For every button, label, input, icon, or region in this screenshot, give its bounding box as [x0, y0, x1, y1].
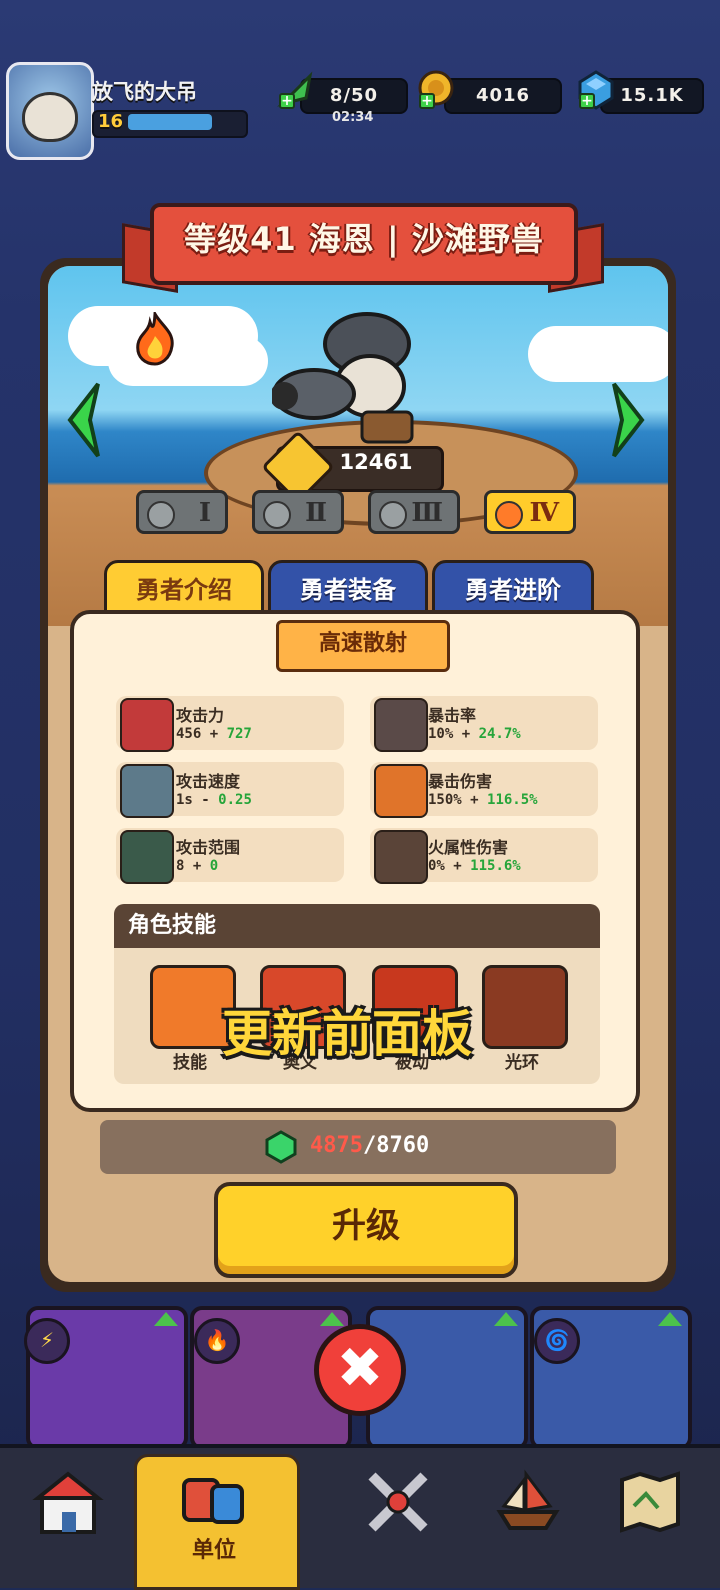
- bottom-nav: [0, 1444, 720, 1588]
- skill-label: 光环: [505, 1053, 539, 1073]
- avatar-cat-face: [22, 92, 78, 142]
- stamina-timer: 02:34: [332, 110, 374, 125]
- stat-value: 456 + 727: [176, 726, 252, 742]
- next-hero-arrow-icon[interactable]: [608, 380, 648, 460]
- stat-value: 0% + 115.6%: [428, 858, 521, 874]
- stat-name: 火属性伤害: [428, 838, 509, 857]
- skill-label: 技能: [173, 1053, 207, 1073]
- clover-icon: [379, 501, 407, 529]
- clover-icon: [495, 501, 523, 529]
- tab-hero-intro[interactable]: 勇者介绍: [104, 560, 264, 616]
- player-level: 16: [98, 111, 124, 132]
- units-cats-icon[interactable]: [178, 1466, 250, 1538]
- rank-tier-1[interactable]: Ⅰ: [136, 490, 228, 534]
- gem-value: 15.1K: [620, 85, 684, 106]
- rank-label: Ⅰ: [198, 498, 211, 528]
- stat-value: 10% + 24.7%: [428, 726, 521, 742]
- map-scroll-icon[interactable]: [614, 1466, 686, 1538]
- aura-lock-icon[interactable]: [482, 965, 568, 1049]
- upgrade-available-arrow-icon: [658, 1312, 682, 1326]
- prev-hero-arrow-icon[interactable]: [64, 380, 104, 460]
- lightning-element-icon: ⚡: [24, 1318, 70, 1364]
- sword-icon: [120, 764, 174, 818]
- stamina-value: 8/50: [329, 85, 379, 106]
- stat-name: 暴击伤害: [428, 772, 493, 791]
- tab-hero-advance[interactable]: 勇者进阶: [432, 560, 594, 616]
- rank-tier-4[interactable]: Ⅳ: [484, 490, 576, 534]
- overlay-caption: 更新前面板: [222, 1005, 472, 1063]
- stat-name: 攻击范围: [176, 838, 241, 857]
- stat-name: 暴击率: [428, 706, 477, 725]
- close-button[interactable]: ✖: [314, 1324, 406, 1416]
- hero-power: 12461: [339, 450, 413, 474]
- gold-coin-icon: +: [418, 70, 454, 109]
- svg-text:+: +: [581, 93, 593, 109]
- cloud: [528, 326, 668, 382]
- wind-element-icon: 🌀: [534, 1318, 580, 1364]
- stat-value: 1s - 0.25: [176, 792, 252, 808]
- upgrade-available-arrow-icon: [320, 1312, 344, 1326]
- fire-element-icon: [136, 312, 174, 366]
- clover-icon: [263, 501, 291, 529]
- skills-heading: 角色技能: [114, 904, 600, 948]
- upgrade-button[interactable]: 升级: [214, 1182, 518, 1278]
- nav-units-label: 单位: [191, 1538, 236, 1563]
- explosion-icon: [374, 764, 428, 818]
- svg-text:+: +: [281, 93, 293, 109]
- player-level-fill: [128, 114, 212, 130]
- upgrade-available-arrow-icon: [154, 1312, 178, 1326]
- crosshair-icon: [374, 698, 428, 752]
- shop-house-icon[interactable]: [32, 1466, 104, 1538]
- stat-name: 攻击速度: [176, 772, 241, 791]
- blue-gem-icon: +: [578, 70, 614, 110]
- flame-icon: [374, 830, 428, 884]
- rank-tier-2[interactable]: Ⅱ: [252, 490, 344, 534]
- upgrade-available-arrow-icon: [494, 1312, 518, 1326]
- stamina-counter[interactable]: 8/50: [300, 78, 408, 114]
- gold-value: 4016: [475, 85, 531, 106]
- stat-name: 攻击力: [176, 706, 225, 725]
- rank-label: Ⅳ: [529, 498, 559, 528]
- tab-hero-equipment[interactable]: 勇者装备: [268, 560, 428, 616]
- stat-value: 8 + 0: [176, 858, 219, 874]
- stamina-leaf-icon: +: [277, 71, 313, 109]
- svg-text:+: +: [421, 93, 433, 109]
- rank-tier-3[interactable]: Ⅲ: [368, 490, 460, 534]
- battle-swords-icon[interactable]: [362, 1466, 434, 1538]
- rank-label: Ⅱ: [305, 498, 327, 528]
- weapon-name-ribbon: 高速散射: [276, 620, 450, 672]
- player-name: 放飞的大吊: [92, 80, 197, 104]
- green-gem-icon: [265, 1130, 297, 1164]
- upgrade-cost: 4875/8760: [310, 1133, 430, 1158]
- ship-icon[interactable]: [492, 1466, 564, 1538]
- spear-icon: [120, 830, 174, 884]
- gold-counter[interactable]: 4016: [444, 78, 562, 114]
- stat-value: 150% + 116.5%: [428, 792, 538, 808]
- clover-icon: [147, 501, 175, 529]
- hero-title: 等级41 海恩 | 沙滩野兽: [184, 220, 544, 258]
- rank-label: Ⅲ: [411, 498, 443, 528]
- claw-attack-icon: [120, 698, 174, 752]
- fire-element-icon: 🔥: [194, 1318, 240, 1364]
